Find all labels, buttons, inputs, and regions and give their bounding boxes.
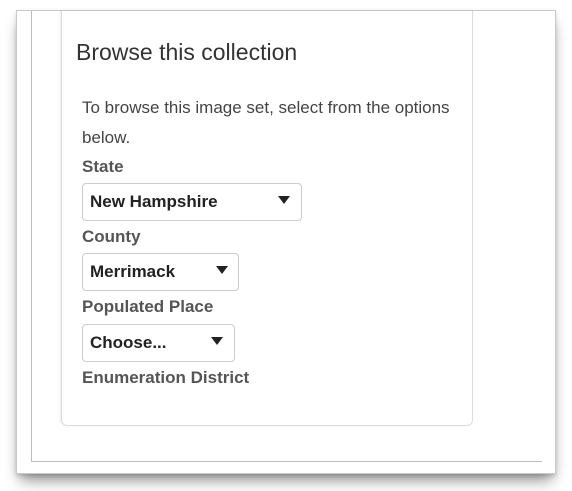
- county-label: County: [82, 227, 141, 246]
- populated-place-select-value: Choose...: [90, 333, 167, 352]
- state-label: State: [82, 157, 124, 176]
- populated-place-select[interactable]: Choose...: [82, 324, 235, 362]
- screenshot-frame: Browse this collection To browse this im…: [16, 10, 556, 474]
- caret-down-icon: [211, 337, 223, 345]
- county-select-value: Merrimack: [90, 262, 176, 281]
- caret-down-icon: [216, 266, 228, 274]
- caret-down-icon: [278, 196, 290, 204]
- enumeration-district-label: Enumeration District: [82, 368, 250, 387]
- panel-title: Browse this collection: [76, 39, 298, 65]
- state-select[interactable]: New Hampshire: [82, 183, 302, 221]
- browse-panel: Browse this collection To browse this im…: [61, 11, 473, 426]
- intro-text: To browse this image set, select from th…: [82, 98, 450, 147]
- populated-place-label: Populated Place: [82, 297, 214, 316]
- state-select-value: New Hampshire: [90, 192, 218, 211]
- county-select[interactable]: Merrimack: [82, 253, 239, 291]
- screenshot-stage: Browse this collection To browse this im…: [0, 0, 572, 491]
